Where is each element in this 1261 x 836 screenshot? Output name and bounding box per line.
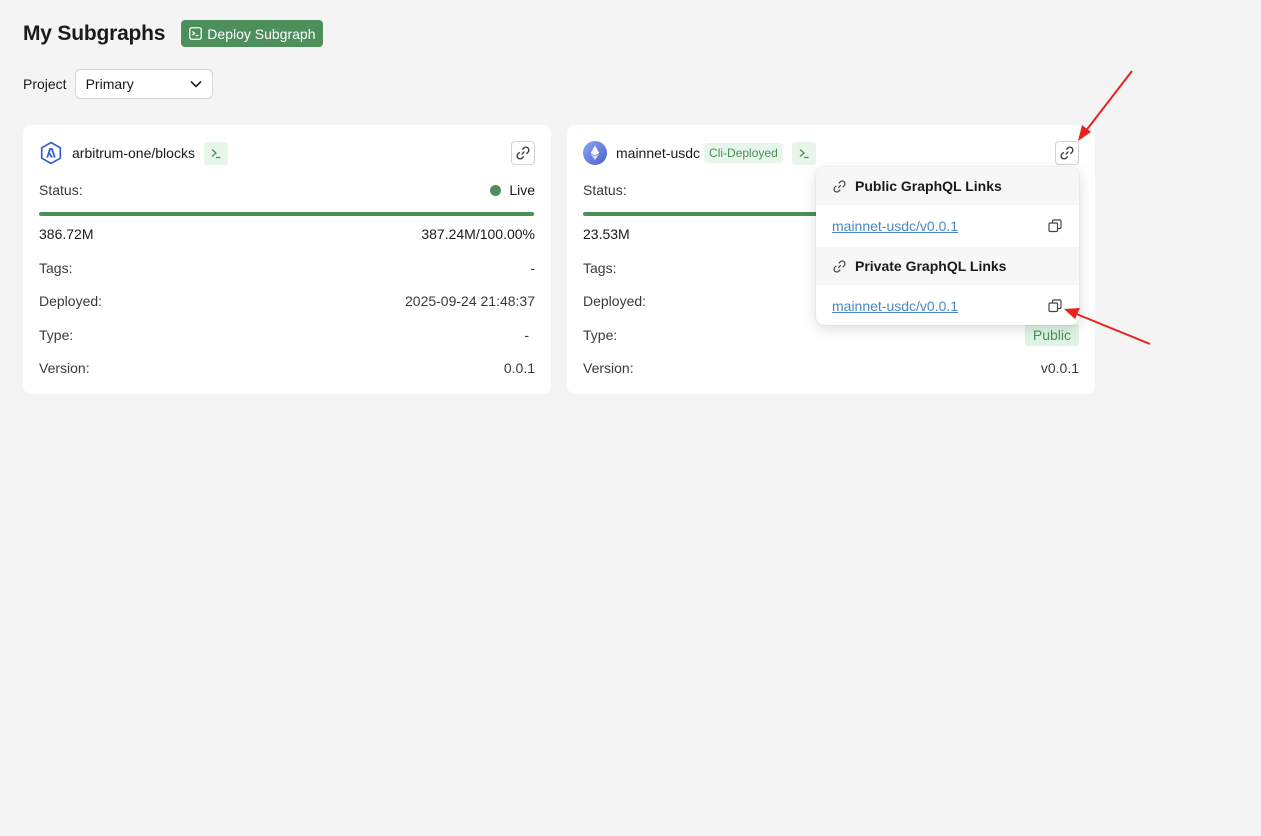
type-value: - bbox=[524, 327, 529, 343]
subgraph-name: mainnet-usdc bbox=[616, 145, 701, 161]
link-icon bbox=[516, 146, 530, 160]
graphql-links-popover: Public GraphQL Links mainnet-usdc/v0.0.1… bbox=[816, 167, 1079, 325]
arbitrum-logo-icon bbox=[40, 141, 62, 165]
copy-icon bbox=[1048, 299, 1062, 313]
link-icon bbox=[833, 259, 846, 273]
version-value: 0.0.1 bbox=[503, 360, 535, 376]
progress-row: 386.72M 387.24M/100.00% bbox=[39, 224, 535, 244]
terminal-icon bbox=[189, 27, 203, 40]
deployed-label: Deployed: bbox=[583, 293, 647, 309]
live-status-dot bbox=[490, 185, 502, 196]
private-graphql-link[interactable]: mainnet-usdc/v0.0.1 bbox=[832, 298, 958, 314]
project-label: Project bbox=[23, 76, 67, 92]
card-header: arbitrum-one/blocks bbox=[39, 140, 535, 166]
version-row: Version: 0.0.1 bbox=[39, 358, 535, 378]
card-header: mainnet-usdc Cli-Deployed bbox=[583, 140, 1079, 166]
deploy-subgraph-button[interactable]: Deploy Subgraph bbox=[181, 20, 324, 47]
version-label: Version: bbox=[39, 360, 90, 376]
terminal-prompt-icon bbox=[799, 149, 809, 159]
copy-icon bbox=[1048, 219, 1062, 233]
project-select[interactable]: Primary bbox=[74, 69, 213, 99]
ethereum-logo-icon bbox=[583, 141, 607, 165]
public-links-title: Public GraphQL Links bbox=[855, 178, 1002, 194]
type-row: Type: - bbox=[39, 325, 535, 345]
subgraph-card-arbitrum: arbitrum-one/blocks Status: Live 386.72M… bbox=[23, 125, 551, 394]
public-links-heading: Public GraphQL Links bbox=[816, 167, 1079, 205]
copy-public-link-button[interactable] bbox=[1048, 219, 1062, 233]
link-icon bbox=[1060, 146, 1074, 160]
sync-progress-fill bbox=[39, 212, 535, 216]
deploy-subgraph-label: Deploy Subgraph bbox=[207, 25, 316, 42]
version-value: v0.0.1 bbox=[1040, 360, 1079, 376]
total-blocks-percent: 387.24M/100.00% bbox=[421, 226, 535, 242]
link-icon bbox=[833, 179, 846, 193]
tags-label: Tags: bbox=[583, 260, 617, 276]
deployed-label: Deployed: bbox=[39, 293, 103, 309]
type-row: Type: Public bbox=[583, 324, 1079, 346]
deployed-row: Deployed: 2025-09-24 21:48:37 bbox=[39, 291, 535, 311]
terminal-badge[interactable] bbox=[203, 141, 228, 165]
header: My Subgraphs Deploy Subgraph bbox=[23, 20, 324, 47]
copy-private-link-button[interactable] bbox=[1048, 299, 1062, 313]
page-title: My Subgraphs bbox=[23, 21, 166, 45]
type-public-badge: Public bbox=[1024, 324, 1079, 346]
project-select-value: Primary bbox=[85, 76, 134, 92]
public-graphql-link[interactable]: mainnet-usdc/v0.0.1 bbox=[832, 218, 958, 234]
terminal-badge[interactable] bbox=[791, 141, 816, 165]
status-value: Live bbox=[490, 182, 535, 198]
type-label: Type: bbox=[583, 327, 618, 343]
project-selector-row: Project Primary bbox=[23, 69, 213, 99]
tags-row: Tags: - bbox=[39, 258, 535, 278]
deployed-value: 2025-09-24 21:48:37 bbox=[405, 293, 535, 309]
type-label: Type: bbox=[39, 327, 74, 343]
tags-label: Tags: bbox=[39, 260, 73, 276]
version-label: Version: bbox=[583, 360, 634, 376]
graphql-links-button[interactable] bbox=[1055, 141, 1079, 165]
cli-deployed-badge: Cli-Deployed bbox=[704, 143, 783, 163]
synced-blocks: 23.53M bbox=[583, 226, 630, 242]
status-row: Status: Live bbox=[39, 180, 535, 200]
terminal-prompt-icon bbox=[211, 149, 221, 159]
chevron-down-icon bbox=[190, 80, 202, 88]
version-row: Version: v0.0.1 bbox=[583, 358, 1079, 378]
sync-progress-bar bbox=[39, 212, 535, 216]
private-link-row: mainnet-usdc/v0.0.1 bbox=[816, 285, 1079, 325]
synced-blocks: 386.72M bbox=[39, 226, 94, 242]
public-link-row: mainnet-usdc/v0.0.1 bbox=[816, 205, 1079, 247]
graphql-links-button[interactable] bbox=[511, 141, 535, 165]
status-text: Live bbox=[509, 182, 535, 198]
tags-value: - bbox=[530, 260, 535, 276]
status-label: Status: bbox=[583, 182, 627, 198]
private-links-title: Private GraphQL Links bbox=[855, 258, 1007, 274]
status-label: Status: bbox=[39, 182, 83, 198]
page: My Subgraphs Deploy Subgraph Project Pri… bbox=[0, 0, 1261, 836]
subgraph-name: arbitrum-one/blocks bbox=[72, 145, 195, 161]
private-links-heading: Private GraphQL Links bbox=[816, 247, 1079, 285]
